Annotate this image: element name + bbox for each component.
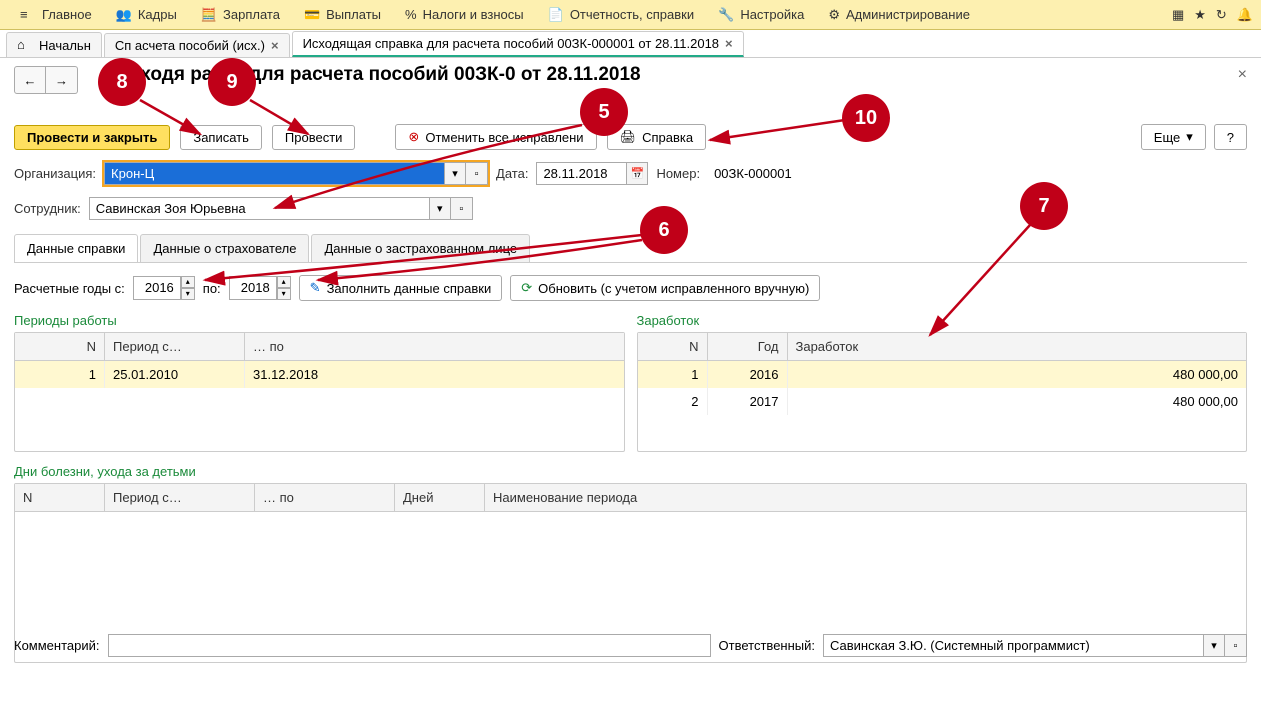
comment-label: Комментарий:: [14, 638, 100, 653]
percent-icon: %: [405, 7, 417, 22]
cancel-icon: ⊗: [408, 129, 419, 145]
back-button[interactable]: ←: [14, 66, 46, 94]
open-icon[interactable]: ▫: [466, 162, 488, 185]
org-label: Организация:: [14, 166, 96, 181]
resp-field[interactable]: Савинская З.Ю. (Системный программист) ▾…: [823, 634, 1247, 657]
doc-tabs: ⌂Начальн Сп асчета пособий (исх.)× Исход…: [0, 30, 1261, 58]
annotation-badge: 9: [208, 58, 256, 106]
menu-main[interactable]: ≡ Главное: [8, 7, 104, 23]
menu-kadry[interactable]: 👥Кадры: [104, 7, 189, 23]
forward-button[interactable]: →: [46, 66, 78, 94]
menu-otchet[interactable]: 📄Отчетность, справки: [536, 7, 707, 23]
tab-list[interactable]: Сп асчета пособий (исх.)×: [104, 33, 290, 57]
inner-tabs: Данные справки Данные о страхователе Дан…: [14, 234, 1247, 263]
menu-right: ▦ ★ ↻ 🔔: [1172, 7, 1253, 23]
post-close-button[interactable]: Провести и закрыть: [14, 125, 170, 150]
open-icon[interactable]: ▫: [1225, 634, 1247, 657]
table-row[interactable]: 1 2016 480 000,00: [638, 361, 1247, 388]
menu-zarplata[interactable]: 🧮Зарплата: [189, 7, 292, 23]
print-icon: 🖨: [620, 129, 637, 145]
annotation-badge: 10: [842, 94, 890, 142]
resp-label: Ответственный:: [719, 638, 815, 653]
num-label: Номер:: [656, 166, 700, 181]
periods-table: N Период с… … по 1 25.01.2010 31.12.2018: [14, 332, 625, 452]
date-field[interactable]: 28.11.2018 📅: [536, 162, 648, 185]
close-icon[interactable]: ×: [725, 36, 733, 51]
tab-doc[interactable]: Исходящая справка для расчета пособий 00…: [292, 31, 744, 57]
dropdown-icon[interactable]: ▾: [444, 162, 466, 185]
bell-icon[interactable]: 🔔: [1237, 7, 1253, 23]
menu-vyplaty[interactable]: 💳Выплаты: [292, 7, 393, 23]
menu-admin[interactable]: ⚙Администрирование: [816, 7, 982, 23]
star-icon[interactable]: ★: [1194, 7, 1206, 23]
annotation-badge: 6: [640, 206, 688, 254]
gear-icon: ⚙: [828, 7, 840, 23]
toolbar: Провести и закрыть Записать Провести ⊗От…: [14, 124, 1247, 150]
annotation-badge: 7: [1020, 182, 1068, 230]
refresh-button[interactable]: ⟳Обновить (с учетом исправленного вручну…: [510, 275, 820, 301]
page-body: ← → сходя равка для расчета пособий 00ЗК…: [0, 58, 1261, 671]
tab-home[interactable]: ⌂Начальн: [6, 32, 102, 57]
menu-nastroika[interactable]: 🔧Настройка: [706, 7, 816, 23]
apps-icon[interactable]: ▦: [1172, 7, 1184, 23]
org-row: Организация: Крон-Ц ▾ ▫ Дата: 28.11.2018…: [14, 162, 1247, 185]
write-button[interactable]: Записать: [180, 125, 262, 150]
people-icon: 👥: [116, 7, 132, 23]
page-title: сходя равка для расчета пособий 00ЗК-0 о…: [130, 64, 641, 86]
calendar-icon[interactable]: 📅: [626, 162, 648, 185]
earn-title: Заработок: [637, 313, 1248, 328]
post-button[interactable]: Провести: [272, 125, 356, 150]
spin-down-icon[interactable]: ▾: [277, 288, 291, 300]
wallet-icon: 💳: [304, 7, 320, 23]
year-from-spinner[interactable]: 2016 ▴▾: [133, 276, 195, 300]
year-to-spinner[interactable]: 2018 ▴▾: [229, 276, 291, 300]
years-label: Расчетные годы с:: [14, 281, 125, 296]
comment-input[interactable]: [108, 634, 711, 657]
close-icon[interactable]: ×: [271, 38, 279, 53]
refresh-icon: ⟳: [521, 280, 532, 296]
emp-field[interactable]: Савинская Зоя Юрьевна ▾ ▫: [89, 197, 473, 220]
date-label: Дата:: [496, 166, 528, 181]
dropdown-icon[interactable]: ▾: [1203, 634, 1225, 657]
open-icon[interactable]: ▫: [451, 197, 473, 220]
dropdown-icon[interactable]: ▾: [429, 197, 451, 220]
tab-zastrakhovannoe[interactable]: Данные о застрахованном лице: [311, 234, 530, 262]
annotation-badge: 5: [580, 88, 628, 136]
table-row[interactable]: 1 25.01.2010 31.12.2018: [15, 361, 624, 388]
spin-up-icon[interactable]: ▴: [181, 276, 195, 288]
annotation-badge: 8: [98, 58, 146, 106]
periods-title: Периоды работы: [14, 313, 625, 328]
fill-button[interactable]: ✎Заполнить данные справки: [299, 275, 503, 301]
cancel-corrections-button[interactable]: ⊗Отменить все исправлени: [395, 124, 596, 150]
emp-label: Сотрудник:: [14, 201, 81, 216]
fill-icon: ✎: [310, 280, 321, 296]
spin-up-icon[interactable]: ▴: [277, 276, 291, 288]
help-q-button[interactable]: ?: [1214, 124, 1247, 150]
table-row[interactable]: 2 2017 480 000,00: [638, 388, 1247, 415]
menu-icon: ≡: [20, 7, 36, 23]
main-menu: ≡ Главное 👥Кадры 🧮Зарплата 💳Выплаты %Нало…: [0, 0, 1261, 30]
spin-down-icon[interactable]: ▾: [181, 288, 195, 300]
wrench-icon: 🔧: [718, 7, 734, 23]
org-field[interactable]: Крон-Ц ▾ ▫: [104, 162, 488, 185]
earn-table: N Год Заработок 1 2016 480 000,00 2 2017…: [637, 332, 1248, 452]
num-field: 00ЗК-000001: [708, 163, 808, 184]
tab-strakhovatel[interactable]: Данные о страхователе: [140, 234, 309, 262]
home-icon: ⌂: [17, 37, 33, 53]
years-to-label: по:: [203, 281, 221, 296]
tab-spravka[interactable]: Данные справки: [14, 234, 138, 262]
footer: Комментарий: Ответственный: Савинская З.…: [14, 634, 1247, 657]
menu-nalogi[interactable]: %Налоги и взносы: [393, 7, 536, 22]
calc-icon: 🧮: [201, 7, 217, 23]
history-icon[interactable]: ↻: [1216, 7, 1227, 23]
sick-title: Дни болезни, ухода за детьми: [14, 464, 1247, 479]
menu-main-label: Главное: [42, 7, 92, 22]
page-close-button[interactable]: ×: [1238, 66, 1247, 84]
report-icon: 📄: [548, 7, 564, 23]
years-row: Расчетные годы с: 2016 ▴▾ по: 2018 ▴▾ ✎З…: [14, 275, 1247, 301]
more-button[interactable]: Еще: [1141, 124, 1206, 150]
